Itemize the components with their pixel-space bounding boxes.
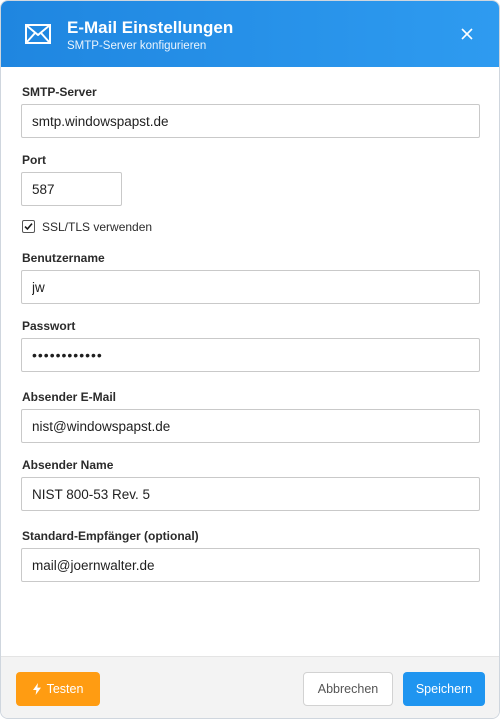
password-label: Passwort [22,319,76,333]
save-button[interactable]: Speichern [403,672,485,706]
smtp-server-label: SMTP-Server [22,85,97,99]
dialog-subtitle: SMTP-Server konfigurieren [67,40,207,52]
username-label: Benutzername [22,251,105,265]
dialog-title: E-Mail Einstellungen [67,18,234,37]
close-button[interactable] [455,22,479,46]
sender-name-input[interactable] [21,477,480,511]
dialog-header: E-Mail Einstellungen SMTP-Server konfigu… [1,1,499,67]
ssl-tls-checkbox[interactable] [22,220,35,233]
lightning-icon [32,683,41,695]
sender-email-input[interactable] [21,409,480,443]
password-input[interactable] [21,338,480,372]
sender-email-label: Absender E-Mail [22,390,117,404]
mail-icon [25,24,51,44]
cancel-button[interactable]: Abbrechen [303,672,393,706]
port-label: Port [22,153,46,167]
test-button[interactable]: Testen [16,672,100,706]
port-input[interactable] [21,172,122,206]
ssl-tls-label: SSL/TLS verwenden [42,220,153,234]
default-recipient-label: Standard-Empfänger (optional) [22,529,199,543]
smtp-server-input[interactable] [21,104,480,138]
username-input[interactable] [21,270,480,304]
checkmark-icon [24,223,33,231]
close-icon [461,28,473,40]
sender-name-label: Absender Name [22,458,114,472]
email-settings-dialog: E-Mail Einstellungen SMTP-Server konfigu… [0,0,500,719]
test-button-label: Testen [46,682,84,696]
default-recipient-input[interactable] [21,548,480,582]
dialog-footer: Testen Abbrechen Speichern [1,656,499,718]
